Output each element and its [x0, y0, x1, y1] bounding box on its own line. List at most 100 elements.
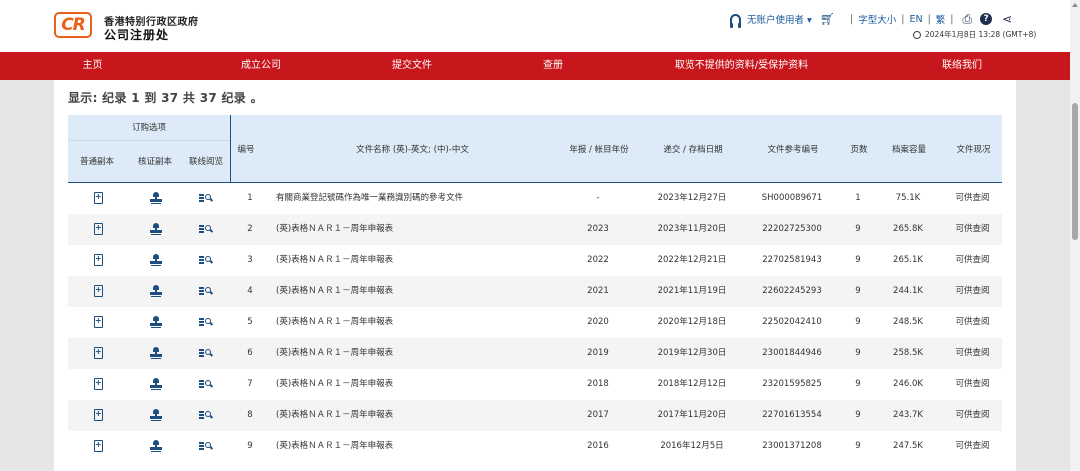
clock-icon — [913, 30, 921, 39]
certified-copy-icon[interactable] — [150, 254, 162, 266]
col-header-title[interactable]: 文件名称 (英)-英文; (中)-中文 — [271, 115, 554, 183]
font-size-link[interactable]: 字型大小 — [858, 12, 896, 26]
column-headers: 编号 文件名称 (英)-英文; (中)-中文 年报 / 帐目年份 递交 / 存档… — [230, 115, 1002, 183]
share-icon[interactable]: ⋖ — [1002, 12, 1012, 26]
certified-copy-icon[interactable] — [150, 285, 162, 297]
print-icon[interactable]: ⎙ — [963, 12, 973, 27]
plain-copy-icon[interactable] — [94, 191, 103, 204]
plain-copy-icon[interactable] — [94, 408, 103, 421]
cell-date: 2019年12月30日 — [657, 348, 727, 358]
nav-incorporate[interactable]: 成立公司 — [185, 52, 337, 80]
scroll-thumb[interactable] — [1072, 103, 1078, 240]
cell-pages: 9 — [855, 379, 861, 389]
plain-copy-icon[interactable] — [94, 284, 103, 297]
headset-icon — [730, 13, 741, 28]
certified-copy-icon[interactable] — [150, 378, 162, 390]
cell-ref: 23201595825 — [762, 379, 822, 389]
cell-status: 可供查阅 — [955, 379, 990, 389]
col-header-status[interactable]: 文件现况 — [944, 115, 1003, 183]
certified-copy-icon[interactable] — [150, 347, 162, 359]
online-view-icon[interactable] — [199, 255, 214, 265]
help-icon[interactable]: ? — [980, 13, 993, 25]
cell-no: 6 — [247, 348, 253, 358]
col-header-no[interactable]: 编号 — [231, 115, 261, 183]
col-header-pages[interactable]: 页数 — [844, 115, 874, 183]
cell-ref: 22502042410 — [762, 317, 822, 327]
cell-pages: 9 — [855, 224, 861, 234]
org-name-line2: 公司注册处 — [104, 28, 170, 42]
col-header-ref[interactable]: 文件参考编号 — [742, 115, 844, 183]
divider: | — [927, 13, 931, 25]
cell-date: 2022年12月21日 — [657, 255, 727, 265]
datetime-text: 2024年1月8日 13:28 (GMT+8) — [925, 30, 1037, 39]
online-view-icon[interactable] — [199, 348, 214, 358]
plain-copy-icon[interactable] — [94, 315, 103, 328]
online-view-icon[interactable] — [199, 410, 214, 420]
col-header-size[interactable]: 档案容量 — [874, 115, 944, 183]
cell-date: 2018年12月12日 — [657, 379, 727, 389]
utility-bar: 无账户使用者 ▾ 🛒︎ | 字型大小 | EN | 繁 | ⎙ ? ⋖ — [730, 12, 1012, 28]
cell-title: (英)表格ＮＡＲ１－周年申報表 — [276, 224, 394, 234]
table-row: 5 (英)表格ＮＡＲ１－周年申報表 2020 2020年12月18日 225020424… — [68, 307, 1002, 338]
cell-date: 2023年11月20日 — [657, 224, 727, 234]
account-menu[interactable]: 无账户使用者 ▾ — [747, 12, 812, 26]
cart-icon[interactable]: 🛒︎ — [820, 12, 835, 26]
certified-copy-icon[interactable] — [150, 316, 162, 328]
plain-copy-icon[interactable] — [94, 253, 103, 266]
lang-trad-link[interactable]: 繁 — [936, 12, 946, 26]
lang-en-link[interactable]: EN — [909, 14, 922, 25]
certified-copy-icon[interactable] — [150, 223, 162, 235]
cell-size: 265.8K — [893, 224, 923, 234]
col-header-year[interactable]: 年报 / 帐目年份 — [554, 115, 644, 183]
col-header-date[interactable]: 递交 / 存档日期 — [644, 115, 742, 183]
main-content: 显示: 纪录 1 到 37 共 37 纪录 。 订购选项 普通副本 核证副本 联… — [54, 80, 1016, 471]
cell-title: (英)表格ＮＡＲ１－周年申報表 — [276, 410, 394, 420]
cell-no: 8 — [247, 410, 253, 420]
certified-copy-icon[interactable] — [150, 440, 162, 452]
cell-pages: 9 — [855, 441, 861, 451]
cell-pages: 9 — [855, 348, 861, 358]
nav-contact-us[interactable]: 联络我们 — [864, 52, 1060, 80]
cell-year: - — [596, 193, 600, 203]
scroll-up-arrow[interactable] — [1072, 3, 1078, 7]
cell-no: 1 — [247, 193, 253, 203]
table-row: 2 (英)表格ＮＡＲ１－周年申報表 2023 2023年11月20日 222027253… — [68, 214, 1002, 245]
certified-copy-icon[interactable] — [150, 409, 162, 421]
online-view-icon[interactable] — [199, 193, 214, 203]
cell-ref: 23001844946 — [762, 348, 822, 358]
cr-logo[interactable]: CR — [54, 12, 92, 38]
online-view-icon[interactable] — [199, 317, 214, 327]
online-view-icon[interactable] — [199, 224, 214, 234]
cell-ref: 23001371208 — [762, 441, 822, 451]
cell-ref: 22702581943 — [762, 255, 822, 265]
online-view-icon[interactable] — [199, 441, 214, 451]
plain-copy-icon[interactable] — [94, 439, 103, 452]
cell-no: 5 — [247, 317, 253, 327]
plain-copy-icon[interactable] — [94, 377, 103, 390]
plain-copy-icon[interactable] — [94, 222, 103, 235]
nav-search[interactable]: 查册 — [487, 52, 619, 80]
nav-file-documents[interactable]: 提交文件 — [337, 52, 487, 80]
cell-size: 247.5K — [893, 441, 923, 451]
nav-restricted-info[interactable]: 取览不提供的资料/受保护资料 — [619, 52, 864, 80]
cell-title: (英)表格ＮＡＲ１－周年申報表 — [276, 379, 394, 389]
cell-year: 2016 — [587, 441, 609, 451]
datetime-display: 2024年1月8日 13:28 (GMT+8) — [913, 29, 1036, 40]
cell-status: 可供查阅 — [955, 317, 990, 327]
page-scrollbar[interactable] — [1070, 0, 1080, 471]
cell-date: 2017年11月20日 — [657, 410, 727, 420]
col-header-online-view: 联线阅览 — [188, 156, 223, 167]
cell-year: 2023 — [587, 224, 609, 234]
cell-ref: SH000089671 — [761, 193, 823, 203]
online-view-icon[interactable] — [199, 379, 214, 389]
plain-copy-icon[interactable] — [94, 346, 103, 359]
cell-title: (英)表格ＮＡＲ１－周年申報表 — [276, 317, 394, 327]
table-row: 4 (英)表格ＮＡＲ１－周年申報表 2021 2021年11月19日 226022452… — [68, 276, 1002, 307]
online-view-icon[interactable] — [199, 286, 214, 296]
cell-no: 2 — [247, 224, 253, 234]
certified-copy-icon[interactable] — [150, 192, 162, 204]
cell-pages: 9 — [855, 286, 861, 296]
cell-year: 2018 — [587, 379, 609, 389]
nav-home[interactable]: 主页 — [0, 52, 185, 80]
cell-status: 可供查阅 — [955, 441, 990, 451]
